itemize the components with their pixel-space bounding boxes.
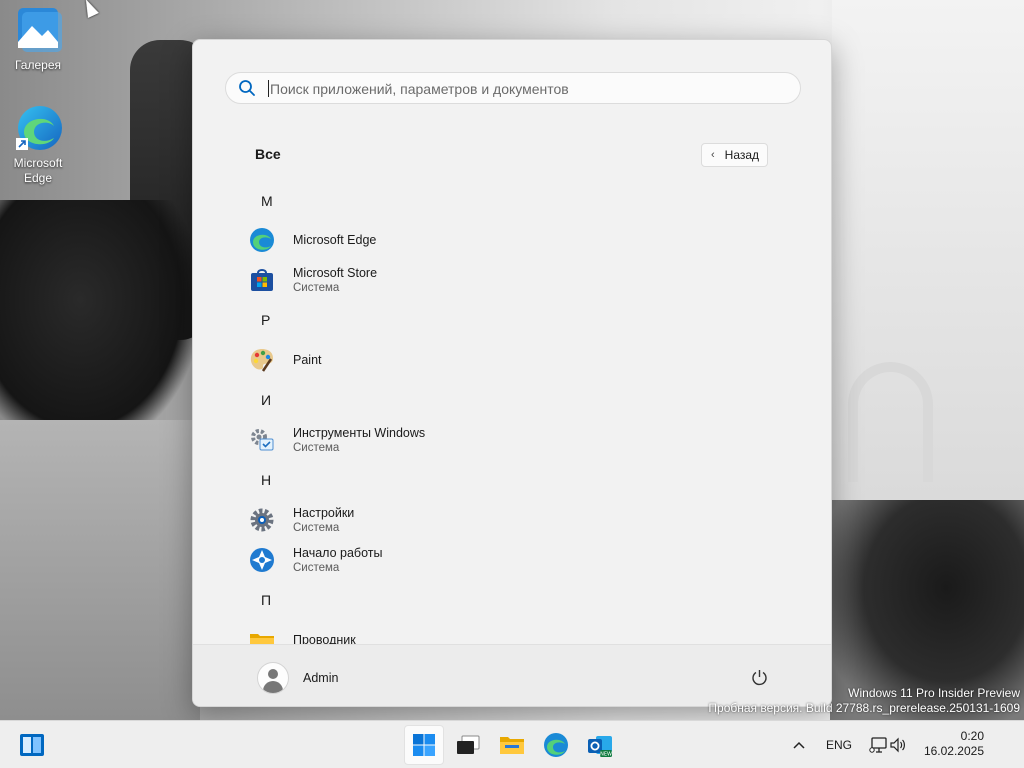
wallpaper-faucet (848, 362, 933, 482)
svg-text:NEW: NEW (600, 752, 612, 758)
app-subtitle: Система (293, 521, 340, 534)
store-icon (249, 267, 275, 293)
app-name: Paint (293, 353, 322, 367)
app-item-windows-tools[interactable]: Инструменты Windows Система (249, 422, 769, 458)
chevron-up-icon (793, 741, 805, 749)
power-icon[interactable] (751, 669, 768, 686)
edge-icon (544, 733, 568, 757)
group-letter[interactable]: И (261, 392, 271, 408)
start-menu: Все ‹ Назад M Microsoft Edge (192, 39, 832, 707)
windows-tools-icon (249, 427, 275, 453)
app-item-get-started[interactable]: Начало работы Система (249, 542, 769, 578)
network-icon (869, 737, 887, 753)
search-icon (239, 80, 255, 96)
app-name: Инструменты Windows (293, 425, 426, 440)
app-subtitle: Система (293, 561, 340, 574)
clock-time: 0:20 (960, 729, 984, 743)
network-volume-button[interactable] (862, 725, 914, 765)
show-hidden-icons-button[interactable] (784, 725, 814, 765)
desktop-icon-label: Галерея (14, 58, 62, 72)
app-item-paint[interactable]: Paint (249, 342, 769, 378)
avatar (257, 662, 289, 694)
group-letter[interactable]: P (261, 312, 270, 328)
wallpaper-figure (0, 200, 200, 450)
group-letter[interactable]: M (261, 193, 273, 209)
file-explorer-taskbar-button[interactable] (492, 725, 532, 765)
edge-icon (249, 227, 275, 253)
paint-icon (249, 347, 275, 373)
folder-icon (249, 627, 275, 644)
desktop-icon-edge[interactable]: Microsoft Edge (0, 104, 76, 186)
edge-icon (14, 104, 62, 152)
folder-icon (500, 737, 524, 754)
app-item-microsoft-edge[interactable]: Microsoft Edge (249, 222, 769, 258)
desktop-icon-label: Microsoft Edge (13, 156, 63, 185)
outlook-taskbar-button[interactable]: NEW (580, 725, 620, 765)
get-started-icon (249, 547, 275, 573)
all-apps-title: Все (255, 146, 281, 162)
build-watermark: Windows 11 Pro Insider Preview Пробная в… (708, 686, 1020, 716)
volume-icon (890, 737, 905, 753)
task-view-icon (457, 735, 480, 754)
clock[interactable]: 0:20 16.02.2025 (912, 729, 984, 759)
gallery-icon (14, 6, 62, 54)
app-item-settings[interactable]: Настройки Система (249, 502, 769, 538)
task-view-button[interactable] (448, 725, 488, 765)
language-indicator[interactable]: ENG (826, 738, 852, 752)
app-name: Проводник (293, 633, 356, 644)
search-input[interactable] (268, 77, 772, 101)
back-button[interactable]: ‹ Назад (701, 143, 768, 167)
widgets-icon (20, 734, 44, 756)
app-subtitle: Система (293, 281, 340, 294)
all-apps-list[interactable]: M Microsoft Edge Microsoft Store Система… (193, 180, 831, 644)
text-caret (268, 80, 269, 97)
app-name: Начало работы (293, 545, 383, 560)
chevron-left-icon: ‹ (711, 149, 715, 161)
windows-logo-icon (413, 734, 435, 756)
start-button[interactable] (404, 725, 444, 765)
group-letter[interactable]: П (261, 592, 271, 608)
app-item-microsoft-store[interactable]: Microsoft Store Система (249, 262, 769, 298)
user-name: Admin (303, 671, 339, 685)
widgets-button[interactable] (12, 725, 52, 765)
search-box[interactable] (225, 72, 801, 104)
taskbar: NEW ENG 0:20 16.02.2025 (0, 720, 1024, 768)
desktop-icon-gallery[interactable]: Галерея (0, 6, 76, 73)
watermark-line-1: Windows 11 Pro Insider Preview (848, 686, 1020, 700)
app-name: Microsoft Store (293, 265, 378, 280)
wallpaper-bath (0, 420, 200, 720)
group-letter[interactable]: Н (261, 472, 271, 488)
settings-icon (249, 507, 275, 533)
edge-taskbar-button[interactable] (536, 725, 576, 765)
app-subtitle: Система (293, 441, 340, 454)
watermark-line-2: Пробная версия. Build 27788.rs_prereleas… (708, 701, 1020, 715)
back-button-label: Назад (724, 148, 760, 162)
app-name: Настройки (293, 505, 355, 520)
app-item-file-explorer[interactable]: Проводник (249, 622, 769, 644)
user-account-button[interactable]: Admin (257, 662, 338, 694)
clock-date: 16.02.2025 (923, 744, 984, 758)
app-name: Microsoft Edge (293, 233, 377, 247)
outlook-icon: NEW (588, 736, 612, 758)
